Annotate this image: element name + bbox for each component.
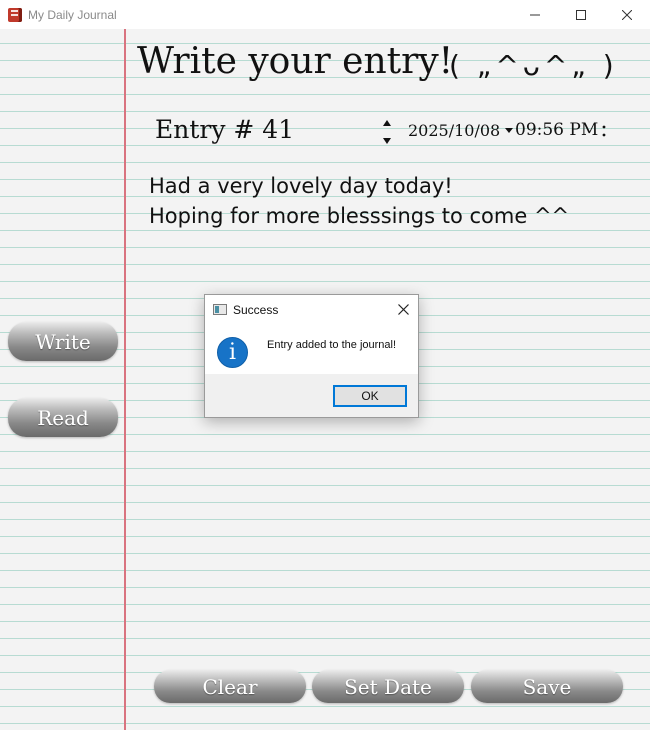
- time-spinner[interactable]: [602, 125, 606, 137]
- minimize-icon: [530, 14, 540, 15]
- date-value: 2025/10/08: [408, 121, 501, 140]
- maximize-icon: [576, 9, 586, 20]
- success-dialog: Success i Entry added to the journal! OK: [204, 294, 419, 418]
- dialog-message: Entry added to the journal!: [267, 339, 397, 351]
- dialog-window-icon: [213, 304, 227, 315]
- heading-kaomoji: ( „^ᴗ^„ ): [449, 49, 618, 82]
- dialog-footer: OK: [205, 374, 418, 417]
- maximize-button[interactable]: [558, 0, 604, 29]
- minimize-button[interactable]: [512, 0, 558, 29]
- time-value[interactable]: 09:56 PM: [515, 120, 598, 140]
- set-date-button[interactable]: Set Date: [312, 670, 464, 703]
- journal-app-icon: [8, 7, 22, 23]
- date-picker[interactable]: 2025/10/08: [408, 121, 514, 140]
- chevron-down-icon[interactable]: [505, 128, 514, 133]
- spinner-down-icon: [383, 138, 391, 144]
- close-icon: [397, 303, 409, 315]
- dialog-title: Success: [233, 302, 279, 317]
- close-window-button[interactable]: [604, 0, 650, 29]
- window-titlebar: My Daily Journal: [0, 0, 650, 29]
- entry-number-spinner[interactable]: [381, 119, 393, 145]
- entry-number-label: Entry # 41: [155, 115, 295, 144]
- window-controls: [512, 0, 650, 29]
- dialog-titlebar: Success: [205, 295, 418, 324]
- close-icon: [622, 9, 632, 20]
- clear-button[interactable]: Clear: [154, 670, 306, 703]
- write-button[interactable]: Write: [8, 322, 118, 361]
- ok-button[interactable]: OK: [333, 385, 407, 407]
- info-icon: i: [217, 337, 248, 368]
- margin-line: [124, 29, 126, 730]
- dialog-close-button[interactable]: [394, 300, 412, 318]
- spinner-up-icon: [383, 120, 391, 126]
- entry-text-area[interactable]: Had a very lovely day today! Hoping for …: [149, 171, 569, 231]
- window-title: My Daily Journal: [28, 7, 117, 22]
- page-heading: Write your entry!: [137, 41, 454, 82]
- save-button[interactable]: Save: [471, 670, 623, 703]
- read-button[interactable]: Read: [8, 398, 118, 437]
